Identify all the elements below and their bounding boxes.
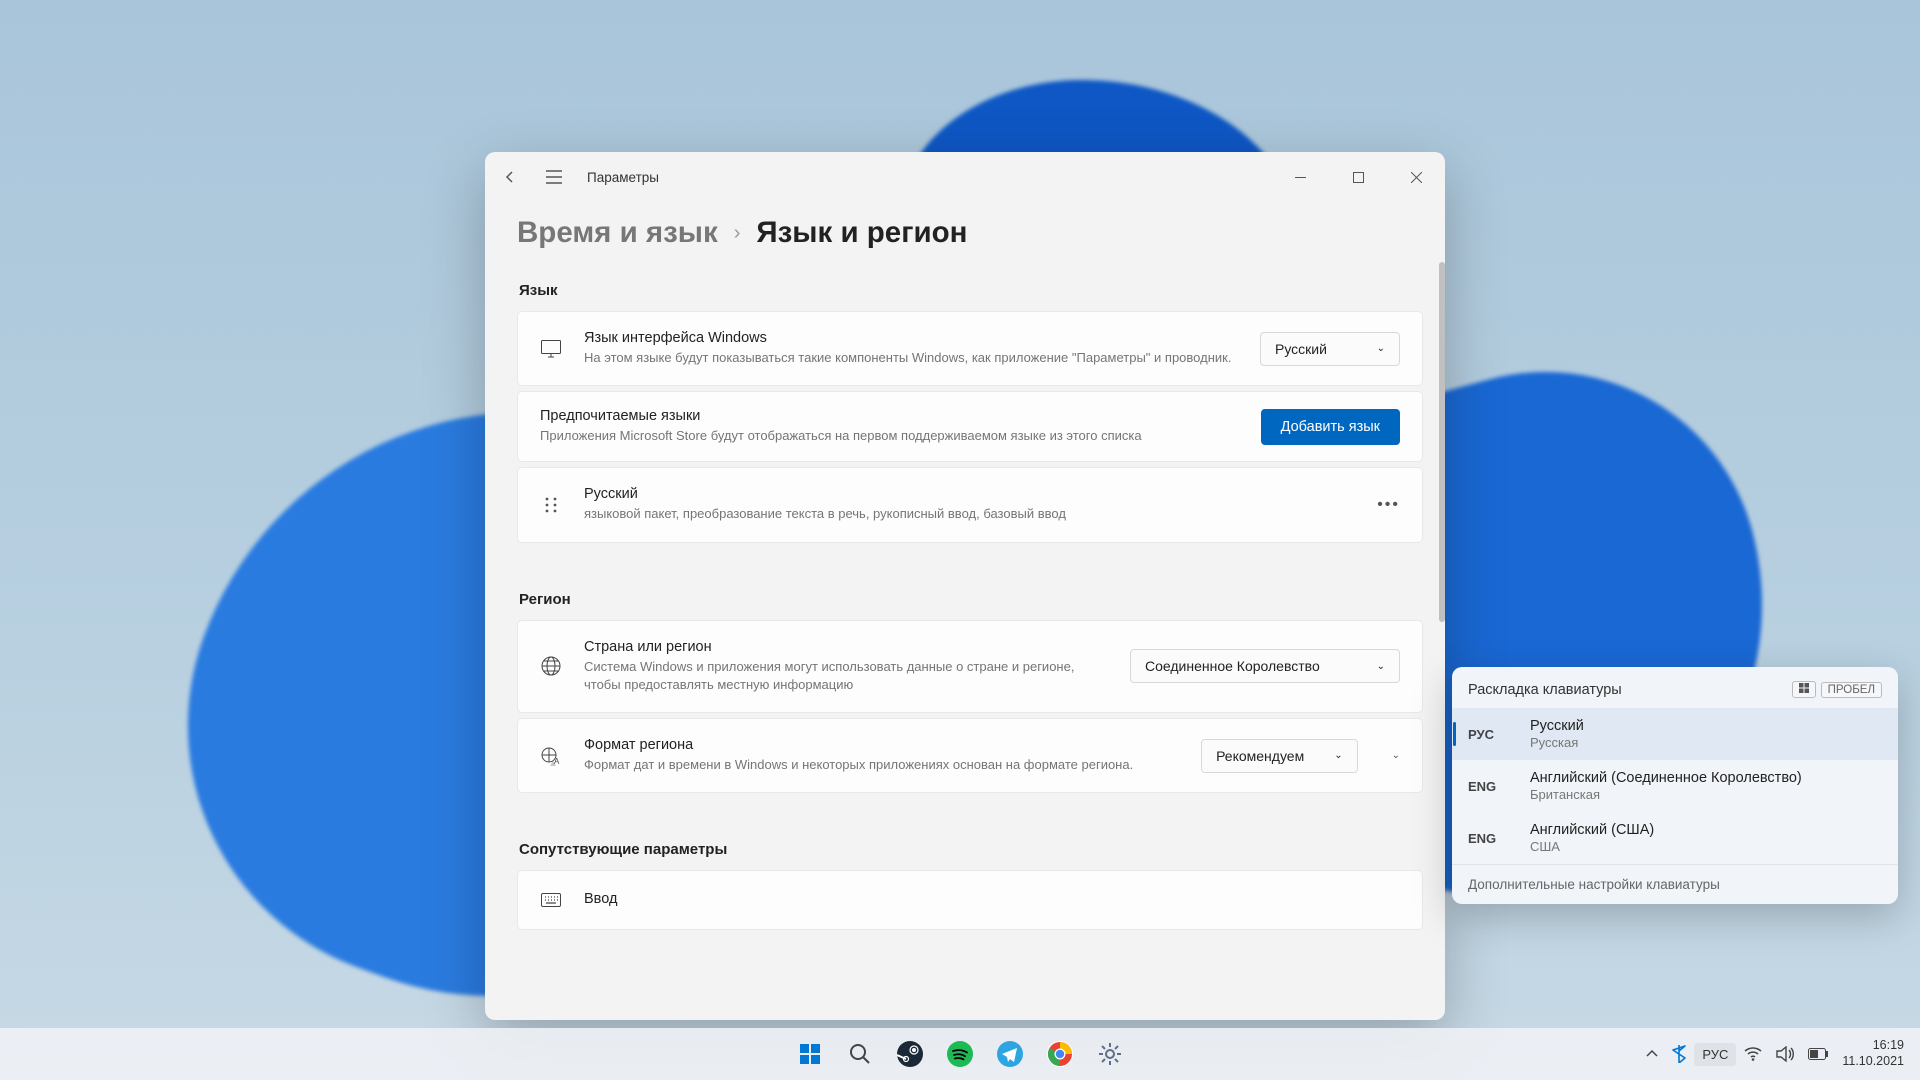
content-area: Язык Язык интерфейса Windows На этом язы… (485, 262, 1445, 1020)
card-country-region: Страна или регион Система Windows и прил… (517, 620, 1423, 713)
globe-icon (540, 655, 562, 677)
kbd-layout-sub: США (1530, 839, 1654, 854)
start-button[interactable] (789, 1033, 831, 1075)
kbd-lang-name: Русский (1530, 718, 1584, 734)
card-desc: На этом языке будут показываться такие к… (584, 349, 1238, 367)
monitor-icon (540, 338, 562, 360)
breadcrumb: Время и язык › Язык и регион (485, 202, 1445, 262)
tray-overflow-button[interactable] (1640, 1045, 1664, 1063)
kbd-lang-name: Английский (США) (1530, 822, 1654, 838)
card-title: Страна или регион (584, 639, 1108, 655)
chevron-right-icon: › (734, 222, 741, 245)
card-title: Язык интерфейса Windows (584, 330, 1238, 346)
drag-handle-icon[interactable] (540, 494, 562, 516)
kbd-code: ENG (1468, 831, 1508, 846)
search-button[interactable] (839, 1033, 881, 1075)
dropdown-value: Русский (1275, 341, 1327, 357)
chrome-icon[interactable] (1039, 1033, 1081, 1075)
tray-time: 16:19 (1842, 1038, 1904, 1054)
kbd-layout-sub: Британская (1530, 787, 1802, 802)
space-key: ПРОБЕЛ (1821, 682, 1882, 698)
section-heading-region: Регион (519, 591, 1423, 608)
kbd-more-settings-link[interactable]: Дополнительные настройки клавиатуры (1452, 864, 1898, 904)
kbd-layout-item[interactable]: ENG Английский (США)США (1452, 812, 1898, 864)
taskbar: РУС 16:19 11.10.2021 (0, 1028, 1920, 1080)
minimize-button[interactable] (1271, 156, 1329, 198)
card-language-item[interactable]: Русский языковой пакет, преобразование т… (517, 467, 1423, 542)
display-language-dropdown[interactable]: Русский ⌄ (1260, 332, 1400, 366)
more-options-button[interactable]: ••• (1377, 496, 1400, 514)
steam-icon[interactable] (889, 1033, 931, 1075)
kbd-layout-sub: Русская (1530, 735, 1584, 750)
card-regional-format[interactable]: A Формат региона Формат дат и времени в … (517, 718, 1423, 793)
card-title: Предпочитаемые языки (540, 408, 1261, 424)
scrollbar[interactable] (1439, 262, 1445, 622)
kbd-layout-item[interactable]: ENG Английский (Соединенное Королевство)Б… (1452, 760, 1898, 812)
kbd-code: РУС (1468, 727, 1508, 742)
section-heading-language: Язык (519, 282, 1423, 299)
breadcrumb-current: Язык и регион (756, 216, 967, 250)
dropdown-value: Соединенное Королевство (1145, 658, 1320, 674)
hamburger-menu-icon[interactable] (543, 166, 565, 188)
wifi-icon[interactable] (1738, 1043, 1768, 1065)
chevron-down-icon: ⌄ (1377, 661, 1385, 672)
maximize-button[interactable] (1329, 156, 1387, 198)
card-preferred-languages: Предпочитаемые языки Приложения Microsof… (517, 391, 1423, 462)
spotify-icon[interactable] (939, 1033, 981, 1075)
back-button[interactable] (499, 166, 521, 188)
dropdown-value: Рекомендуем (1216, 748, 1304, 764)
card-desc: Система Windows и приложения могут испол… (584, 658, 1108, 694)
tray-clock[interactable]: 16:19 11.10.2021 (1836, 1038, 1910, 1069)
window-title: Параметры (587, 170, 659, 185)
expand-chevron-icon[interactable]: ⌄ (1392, 750, 1400, 761)
chevron-down-icon: ⌄ (1377, 343, 1385, 354)
country-dropdown[interactable]: Соединенное Королевство ⌄ (1130, 649, 1400, 683)
settings-taskbar-icon[interactable] (1089, 1033, 1131, 1075)
tray-date: 11.10.2021 (1842, 1054, 1904, 1070)
card-title: Ввод (584, 891, 1400, 907)
keyboard-icon (540, 889, 562, 911)
titlebar: Параметры (485, 152, 1445, 202)
card-display-language: Язык интерфейса Windows На этом языке бу… (517, 311, 1423, 386)
card-title: Формат региона (584, 737, 1179, 753)
chevron-down-icon: ⌄ (1334, 750, 1342, 761)
telegram-icon[interactable] (989, 1033, 1031, 1075)
kbd-shortcut: ПРОБЕЛ (1792, 681, 1882, 698)
language-name: Русский (584, 486, 1355, 502)
card-input[interactable]: Ввод (517, 870, 1423, 930)
keyboard-layout-popup: Раскладка клавиатуры ПРОБЕЛ РУС РусскийРу… (1452, 667, 1898, 904)
globe-text-icon: A (540, 745, 562, 767)
kbd-layout-item[interactable]: РУС РусскийРусская (1452, 708, 1898, 760)
win-key-icon (1792, 681, 1816, 698)
volume-icon[interactable] (1770, 1042, 1800, 1066)
breadcrumb-parent[interactable]: Время и язык (517, 216, 718, 250)
kbd-code: ENG (1468, 779, 1508, 794)
svg-text:A: A (554, 757, 560, 766)
tray-language-indicator[interactable]: РУС (1694, 1043, 1736, 1066)
close-button[interactable] (1387, 156, 1445, 198)
card-desc: Приложения Microsoft Store будут отображ… (540, 427, 1261, 445)
section-heading-related: Сопутствующие параметры (519, 841, 1423, 858)
kbd-lang-name: Английский (Соединенное Королевство) (1530, 770, 1802, 786)
kbd-popup-title: Раскладка клавиатуры (1468, 682, 1622, 698)
regional-format-dropdown[interactable]: Рекомендуем ⌄ (1201, 739, 1358, 773)
battery-icon[interactable] (1802, 1044, 1834, 1064)
add-language-button[interactable]: Добавить язык (1261, 409, 1400, 445)
card-desc: Формат дат и времени в Windows и некотор… (584, 756, 1179, 774)
language-features: языковой пакет, преобразование текста в … (584, 505, 1355, 523)
bluetooth-icon[interactable] (1666, 1041, 1692, 1067)
settings-window: Параметры Время и язык › Язык и регион Я… (485, 152, 1445, 1020)
